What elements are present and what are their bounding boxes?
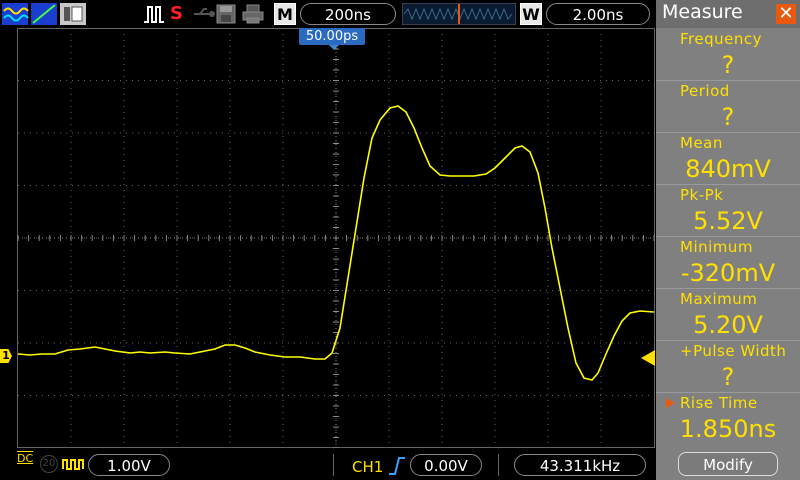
trigger-source-label[interactable]: CH1 bbox=[352, 456, 383, 478]
selected-arrow-icon bbox=[666, 398, 675, 408]
close-button[interactable]: ✕ bbox=[776, 4, 796, 24]
measure-value: 840mV bbox=[685, 155, 771, 183]
window-timebase-field[interactable]: 2.00ns bbox=[546, 3, 650, 25]
measure-panel-title: Measure bbox=[662, 1, 743, 23]
measure-value: ? bbox=[721, 363, 735, 391]
measure-value: -320mV bbox=[680, 259, 776, 287]
measure-panel: Measure ✕ Frequency? Period? Mean 840mV Pk-P… bbox=[656, 0, 800, 480]
frequency-counter-field: 43.311kHz bbox=[514, 454, 646, 476]
measure-label[interactable]: Mean bbox=[656, 132, 800, 154]
usb-icon bbox=[194, 8, 215, 17]
bottom-status-bar: DC 20 1.00V CH1 0.00V 43.311kHz bbox=[0, 448, 655, 480]
close-icon: ✕ bbox=[778, 3, 794, 24]
run-stop-indicator: S bbox=[170, 3, 183, 24]
trigger-pulse-icon bbox=[144, 6, 164, 23]
trigger-position-label[interactable]: 50.00ps bbox=[299, 28, 365, 45]
measure-value: ? bbox=[721, 103, 735, 131]
coupling-indicator: DC bbox=[17, 452, 34, 465]
measure-panel-header: Measure ✕ bbox=[656, 0, 800, 28]
trigger-level-field[interactable]: 0.00V bbox=[410, 454, 482, 476]
measure-value: 1.850ns bbox=[679, 415, 777, 443]
measure-value: ? bbox=[721, 51, 735, 79]
window-indicator: W bbox=[520, 3, 542, 25]
measure-value: 5.20V bbox=[693, 311, 763, 339]
measure-label[interactable]: Period bbox=[656, 80, 800, 102]
measure-label[interactable]: Rise Time bbox=[656, 392, 800, 414]
print-icon[interactable] bbox=[242, 3, 264, 25]
waveform-overview-bar[interactable] bbox=[402, 3, 516, 25]
measure-label[interactable]: +Pulse Width bbox=[656, 340, 800, 362]
volts-div-field[interactable]: 1.00V bbox=[88, 454, 170, 476]
measure-label[interactable]: Minimum bbox=[656, 236, 800, 258]
bw-limit-indicator: 20 bbox=[40, 455, 58, 473]
probe-icon bbox=[62, 459, 84, 470]
waveform-display[interactable] bbox=[0, 28, 655, 448]
rising-edge-icon[interactable] bbox=[388, 456, 406, 476]
timebase-field[interactable]: 200ns bbox=[300, 3, 396, 25]
modify-button[interactable]: Modify bbox=[678, 452, 778, 476]
measure-label[interactable]: Pk-Pk bbox=[656, 184, 800, 206]
measure-label[interactable]: Frequency bbox=[656, 28, 800, 50]
memory-depth-indicator: M bbox=[274, 3, 296, 25]
measure-value: 5.52V bbox=[693, 207, 763, 235]
save-icon[interactable] bbox=[216, 3, 236, 25]
measure-label[interactable]: Maximum bbox=[656, 288, 800, 310]
display-mode-icons[interactable] bbox=[2, 3, 88, 25]
top-toolbar: S M 200ns W 2.00ns bbox=[0, 0, 655, 28]
